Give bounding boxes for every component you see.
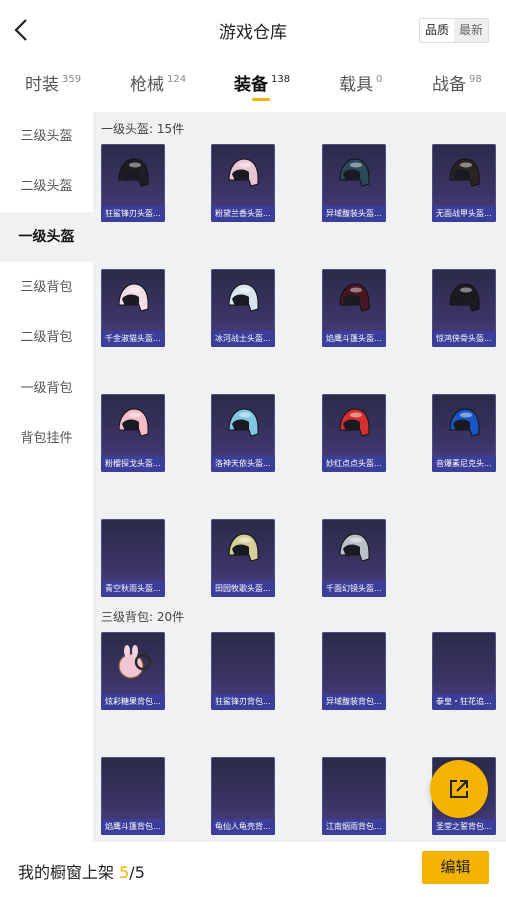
item-card[interactable]: 千面幻镜头盔... [322,519,386,597]
sort-toggle: 品质 最新 [418,18,489,43]
item-name: 洛神天依头盔... [211,456,275,472]
helmet-icon [449,283,480,312]
tab-vehicles[interactable]: 载具 0 [339,70,382,95]
item-name: 千金淑猫头盔... [101,331,165,347]
showcase-label: 我的橱窗上架 [18,863,115,882]
tab-label: 战备 [432,75,466,95]
helmet-icon [228,408,259,437]
tab-label: 装备 [234,75,268,95]
item-card[interactable]: 江南烟雨背包... [322,757,386,835]
item-card[interactable]: 粉樱探戈头盔... [101,394,165,472]
sidebar-item-level1-helmet[interactable]: 一级头盔 [0,212,93,262]
item-card[interactable]: 千金淑猫头盔... [101,269,165,347]
sidebar: 三级头盔 二级头盔 一级头盔 三级背包 二级背包 一级背包 背包挂件 [0,112,93,842]
item-card[interactable]: 异域馥装背包... [322,632,386,710]
sidebar-item-level2-backpack[interactable]: 二级背包 [0,313,93,363]
showcase-total: /5 [129,863,145,882]
item-card[interactable]: 狂鲨锋刃头盔... [101,144,165,222]
item-card[interactable]: 炫彩糖果背包... [101,632,165,710]
header: 游戏仓库 品质 最新 [0,0,506,60]
item-name: 田园牧歌头盔... [211,581,275,597]
item-card[interactable]: 焰鹰斗篷头盔... [322,269,386,347]
showcase-current: 5 [119,863,130,882]
item-card[interactable]: 惊鸿侠骨头盔... [432,269,496,347]
item-name: 焰鹰斗篷背包... [101,819,165,835]
item-card[interactable]: 焰鹰斗篷背包... [101,757,165,835]
item-name: 江南烟雨背包... [322,819,386,835]
item-card[interactable]: 妙红点点头盔... [322,394,386,472]
item-name: 音爆素尼克头... [432,456,496,472]
tab-count: 138 [271,74,291,85]
category-tabs: 时装 359 枪械 124 装备 138 载具 0 战备 98 [0,70,506,110]
item-name: 粉黛兰香头盔... [211,206,275,222]
sort-quality-button[interactable]: 品质 [419,19,454,42]
sidebar-item-level3-helmet[interactable]: 三级头盔 [0,112,93,162]
item-name: 妙红点点头盔... [322,456,386,472]
item-card[interactable]: 拳皇・狂花追... [432,632,496,710]
tab-count: 359 [62,74,82,85]
item-card[interactable]: 无面战甲头盔... [432,144,496,222]
section-title-helmets: 一级头盔: 15件 [101,122,185,136]
tab-label: 枪械 [130,75,164,95]
section-title-backpacks: 三级背包: 20件 [101,610,185,624]
backpack-icon [118,645,152,679]
tab-supplies[interactable]: 战备 98 [432,70,482,95]
tab-count: 124 [167,74,187,85]
item-card[interactable]: 田园牧歌头盔... [211,519,275,597]
item-name: 龟仙人龟壳背... [211,819,275,835]
item-card[interactable]: 龟仙人龟壳背... [211,757,275,835]
item-card[interactable]: 冰河战士头盔... [211,269,275,347]
item-name: 异域馥装头盔... [322,206,386,222]
item-name: 青空秋雨头盔... [101,581,165,597]
item-card[interactable]: 音爆素尼克头... [432,394,496,472]
helmet-icon [449,408,480,437]
tab-count: 98 [469,74,482,85]
item-name: 冰河战士头盔... [211,331,275,347]
tab-label: 时装 [25,75,59,95]
tab-fashion[interactable]: 时装 359 [25,70,81,95]
item-name: 千面幻镜头盔... [322,581,386,597]
helmet-icon [118,158,149,187]
helmet-icon [118,408,149,437]
tab-weapons[interactable]: 枪械 124 [130,70,186,95]
sidebar-item-level1-backpack[interactable]: 一级背包 [0,364,93,414]
sort-latest-button[interactable]: 最新 [453,19,488,42]
item-card[interactable]: 异域馥装头盔... [322,144,386,222]
item-name: 惊鸿侠骨头盔... [432,331,496,347]
helmet-icon [339,408,370,437]
helmet-icon [228,283,259,312]
tab-label: 载具 [339,75,373,95]
share-icon [450,780,468,798]
item-name: 炫彩糖果背包... [101,694,165,710]
showcase-count: 我的橱窗上架 5/5 [18,859,145,883]
item-name: 圣堂之誓背包... [432,819,496,835]
edit-button[interactable]: 编辑 [422,851,489,884]
sidebar-item-backpack-charm[interactable]: 背包挂件 [0,414,93,464]
item-name: 焰鹰斗篷头盔... [322,331,386,347]
helmet-icon [339,533,370,562]
item-name: 粉樱探戈头盔... [101,456,165,472]
item-card[interactable]: 青空秋雨头盔... [101,519,165,597]
helmet-icon [228,533,259,562]
item-card[interactable]: 洛神天依头盔... [211,394,275,472]
item-name: 异域馥装背包... [322,694,386,710]
helmet-icon [339,283,370,312]
tab-active-indicator [252,98,270,101]
tab-count: 0 [376,74,383,85]
helmet-icon [228,158,259,187]
helmet-icon [118,283,149,312]
sidebar-item-level2-helmet[interactable]: 二级头盔 [0,162,93,212]
item-name: 狂鲨锋刃背包... [211,694,275,710]
item-name: 狂鲨锋刃头盔... [101,206,165,222]
helmet-icon [449,158,480,187]
item-card[interactable]: 粉黛兰香头盔... [211,144,275,222]
item-card[interactable]: 狂鲨锋刃背包... [211,632,275,710]
share-button[interactable] [430,760,488,818]
item-grid: 一级头盔: 15件 三级背包: 20件 狂鲨锋刃头盔... 粉黛兰香头盔... 异域… [93,112,506,842]
item-name: 无面战甲头盔... [432,206,496,222]
tab-equipment[interactable]: 装备 138 [234,70,290,95]
helmet-icon [339,158,370,187]
sidebar-item-level3-backpack[interactable]: 三级背包 [0,263,93,313]
item-name: 拳皇・狂花追... [432,694,496,710]
